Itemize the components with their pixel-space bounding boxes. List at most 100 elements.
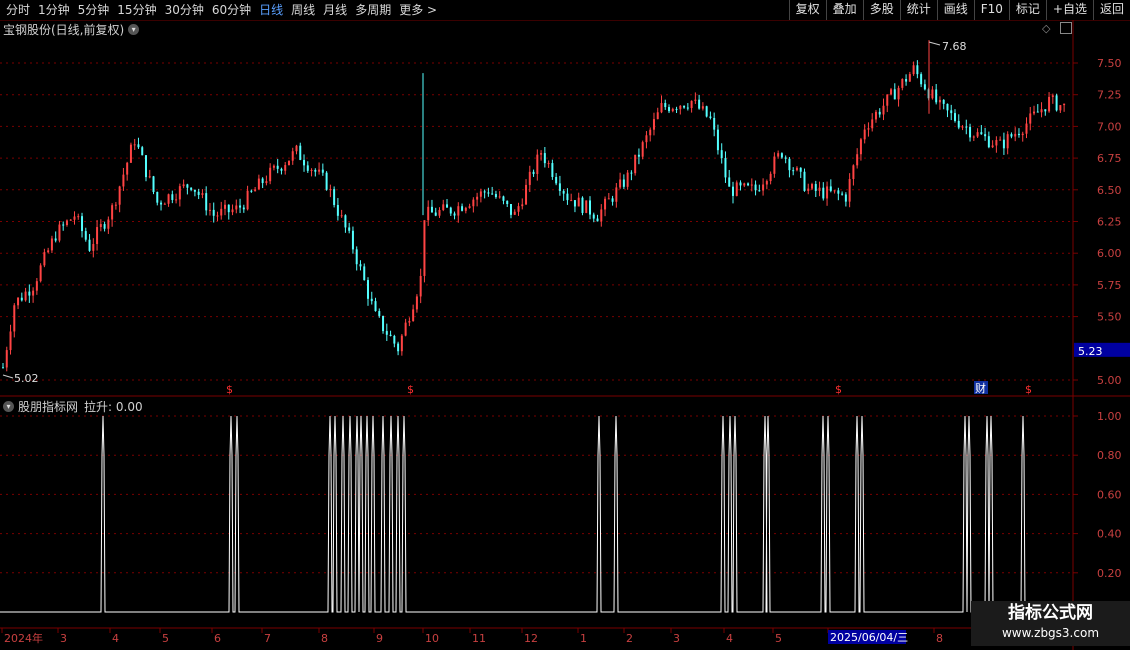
candle-body [254,189,257,192]
candle-body [607,198,610,200]
price-tick-label: 6.75 [1097,152,1122,165]
candle-body [664,103,667,108]
candle-body [938,99,941,103]
candle-body [148,176,151,178]
candle-body [1059,105,1062,111]
candle-body [201,193,204,195]
candle-body [272,165,275,168]
candle-body [848,179,851,202]
candle-body [35,281,38,291]
candle-body [227,204,230,213]
candle-body [713,117,716,130]
kline-chart[interactable]: 7.50 7.25 7.00 6.75 6.50 6.25 6.00 5.75 5.50 5.23… [0,0,1130,650]
candle-body [502,196,505,201]
candle-body [81,216,84,232]
candle-body [969,126,972,138]
candle-body [351,230,354,250]
candle-body [359,264,362,267]
candle-body [829,186,832,191]
candle-body [946,103,949,111]
candle-body [99,224,102,228]
date-label: 9 [376,632,383,645]
candle-body [5,350,8,368]
candle-body [47,250,50,253]
low-price-label: 5.02 [14,372,39,385]
candle-body [261,178,264,184]
candle-body [62,224,65,226]
candle-body [167,194,170,204]
candle-body [675,108,678,110]
candle-body [686,107,689,109]
candle-body [58,224,61,241]
candle-body [1048,96,1051,112]
candle-body [893,89,896,100]
candle-body [366,280,369,299]
candle-body [528,171,531,185]
date-label: 1 [580,632,587,645]
candle-body [295,145,298,152]
date-label: 8 [936,632,943,645]
candle-body [246,190,249,210]
candle-body [611,198,614,202]
candle-body [1017,133,1020,136]
candle-body [438,210,441,216]
candle-body [856,154,859,166]
high-pointer [928,41,941,46]
candle-body [476,196,479,200]
candle-body [88,239,91,251]
candle-body [1040,109,1043,113]
candle-body [427,206,430,221]
candle-body [728,177,731,187]
candle-body [780,153,783,158]
candle-body [540,153,543,155]
candle-body [235,205,238,210]
candle-body [634,154,637,174]
candle-body [656,112,659,120]
date-label: 3 [60,632,67,645]
candle-body [645,135,648,143]
candle-body [1002,139,1005,149]
candle-body [468,206,471,208]
candle-body [690,100,693,108]
candle-body [193,189,196,192]
candle-body [596,218,599,222]
candle-body [558,183,561,192]
candle-body [54,238,57,241]
candle-body [382,315,385,332]
candle-body [461,206,464,211]
candle-body [9,331,12,351]
candle-body [818,187,821,191]
candle-body [212,209,215,216]
candle-body [652,119,655,130]
candle-body [472,199,475,207]
candle-body [630,172,633,174]
price-tick-label: 7.00 [1097,120,1122,133]
candle-body [950,110,953,114]
candle-body [890,89,893,95]
candle-body [464,207,467,211]
candle-body [555,176,558,184]
indicator-tick-label: 0.60 [1097,488,1122,501]
candle-body [863,129,866,140]
candle-body [84,231,87,240]
candle-body [701,106,704,109]
candle-body [24,291,27,301]
candle-body [637,154,640,157]
candle-body [242,207,245,210]
candle-body [348,227,351,231]
candle-body [363,266,366,281]
candle-body [769,173,772,182]
date-label: 5 [162,632,169,645]
dividend-marker: $ [835,383,842,396]
candle-body [13,305,16,332]
candle-body [77,216,80,218]
candle-body [731,186,734,196]
candle-body [374,301,377,312]
candle-body [841,193,844,195]
candle-body [404,322,407,336]
candle-body [961,126,964,128]
candle-body [709,116,712,118]
candle-body [114,204,117,206]
candle-body [175,199,178,201]
candle-body [50,238,53,251]
